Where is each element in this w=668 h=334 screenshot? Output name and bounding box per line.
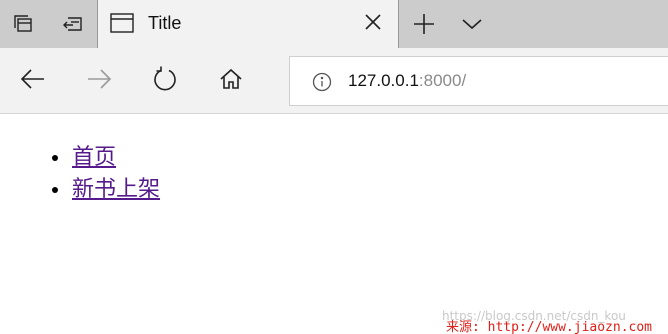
tabs-aside-button[interactable] (0, 0, 48, 48)
restore-tabs-icon (60, 13, 84, 35)
refresh-icon (152, 66, 178, 97)
address-bar[interactable]: 127.0.0.1:8000/ (289, 56, 668, 106)
back-arrow-icon (20, 68, 46, 95)
info-icon[interactable] (312, 72, 332, 97)
new-tab-plus-icon (413, 13, 435, 35)
tab-title: Title (148, 13, 182, 33)
new-tab-button[interactable] (400, 0, 448, 48)
link-home[interactable]: 首页 (72, 142, 116, 174)
page-content: 首页 新书上架 (0, 115, 668, 334)
forward-button[interactable] (74, 56, 124, 106)
navigation-bar: 127.0.0.1:8000/ (0, 48, 668, 114)
close-tab-button[interactable] (348, 0, 398, 48)
watermark-source: 来源: http://www.jiaozn.com (446, 320, 653, 334)
tab-strip: Title (0, 0, 668, 48)
back-button[interactable] (8, 56, 58, 106)
chevron-down-icon (461, 17, 483, 31)
forward-arrow-icon (86, 68, 112, 95)
tabs-aside-icon (13, 13, 35, 35)
tab-list-button[interactable] (448, 0, 496, 48)
page-icon (110, 13, 134, 38)
link-new-books[interactable]: 新书上架 (72, 174, 160, 206)
bullet (52, 155, 58, 161)
active-tab[interactable]: Title (97, 0, 399, 48)
bullet (52, 187, 58, 193)
address-url: 127.0.0.1:8000/ (348, 71, 466, 91)
refresh-button[interactable] (140, 56, 190, 106)
home-button[interactable] (206, 56, 256, 106)
home-icon (219, 67, 243, 96)
url-port-path: :8000/ (418, 71, 467, 90)
url-host: 127.0.0.1 (348, 71, 419, 90)
restore-tabs-button[interactable] (48, 0, 96, 48)
close-icon (364, 13, 382, 36)
